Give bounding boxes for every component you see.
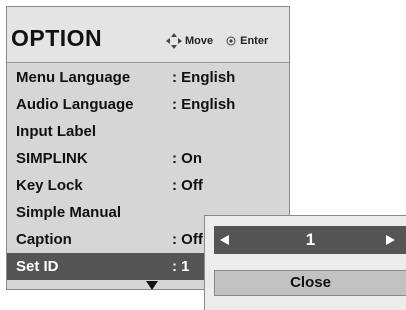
four-way-arrow-icon [166, 33, 182, 49]
menu-item-label: Caption [16, 231, 72, 248]
menu-header: OPTION Move Enter [7, 7, 289, 63]
menu-item-value: : English [172, 96, 236, 113]
set-id-selector[interactable]: 1 [214, 226, 406, 254]
enter-hint-label: Enter [240, 35, 269, 47]
menu-item-label: Input Label [16, 123, 96, 140]
move-hint-label: Move [185, 35, 214, 47]
menu-item-value: : Off [172, 231, 203, 248]
menu-item-label: Audio Language [16, 96, 134, 113]
menu-item-value: : English [172, 69, 236, 86]
navigation-hint: Move Enter [166, 33, 268, 49]
menu-item-label: Simple Manual [16, 204, 122, 221]
menu-title: OPTION [11, 25, 103, 51]
menu-item-menu-language[interactable]: Menu Language : English [7, 64, 289, 91]
down-arrow-icon [146, 281, 158, 290]
menu-item-key-lock[interactable]: Key Lock : Off [7, 172, 289, 199]
enter-circle-icon [226, 36, 236, 46]
menu-item-input-label[interactable]: Input Label [7, 118, 289, 145]
menu-item-label: SIMPLINK [16, 150, 88, 167]
menu-item-value: : On [172, 150, 202, 167]
close-button[interactable]: Close [214, 270, 406, 296]
set-id-value: 1 [305, 230, 316, 249]
menu-item-label: Set ID [16, 258, 59, 275]
screen: OPTION Move Enter Menu Language : Englis… [0, 0, 406, 310]
menu-item-simplink[interactable]: SIMPLINK : On [7, 145, 289, 172]
menu-item-audio-language[interactable]: Audio Language : English [7, 91, 289, 118]
menu-item-value: : Off [172, 177, 203, 194]
menu-item-value: : 1 [172, 258, 190, 275]
menu-item-label: Menu Language [16, 69, 131, 86]
menu-item-label: Key Lock [16, 177, 83, 194]
right-arrow-icon[interactable] [386, 235, 395, 245]
set-id-popup: 1 Close [204, 215, 406, 310]
